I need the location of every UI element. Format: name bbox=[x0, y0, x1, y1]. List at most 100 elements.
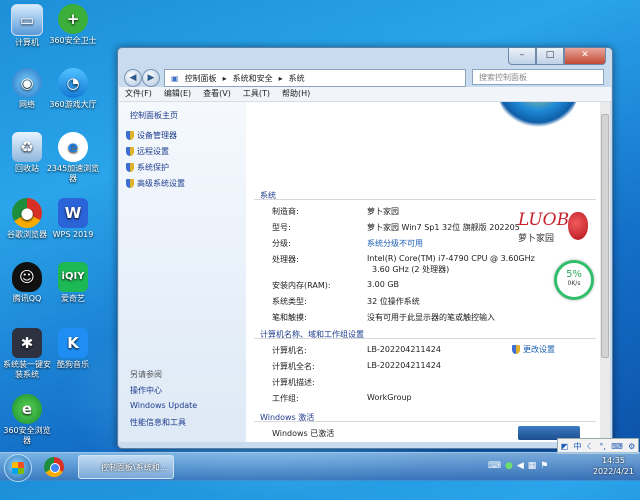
breadcrumb-separator-icon: ▸ bbox=[222, 73, 227, 83]
breadcrumb-separator-icon: ▸ bbox=[278, 73, 283, 83]
system-type-value: 32 位操作系统 bbox=[367, 297, 420, 306]
desktop-icon-label: 360安全卫士 bbox=[49, 36, 97, 45]
computer-description-label: 计算机描述: bbox=[272, 378, 315, 387]
taskbar-control-panel-task[interactable]: 控制面板\系统和... bbox=[78, 455, 174, 479]
breadcrumb-item[interactable]: 控制面板 bbox=[185, 73, 217, 84]
desktop-icon-wps[interactable]: W WPS 2019 bbox=[46, 198, 100, 240]
rating-label: 分级: bbox=[272, 239, 291, 248]
forward-button[interactable]: ▶ bbox=[142, 69, 160, 87]
change-settings-link[interactable]: 更改设置 bbox=[512, 344, 555, 355]
manufacturer-label: 制造商: bbox=[272, 207, 299, 216]
taskbar-chrome-button[interactable] bbox=[44, 457, 64, 477]
search-input[interactable]: 搜索控制面板 bbox=[472, 69, 604, 85]
workgroup-label: 工作组: bbox=[272, 394, 299, 403]
shield-icon bbox=[126, 131, 134, 140]
minimize-button[interactable]: – bbox=[508, 48, 536, 65]
full-computer-name-label: 计算机全名: bbox=[272, 362, 315, 371]
clock-date: 2022/4/21 bbox=[592, 467, 634, 476]
desktop-icon-360-security[interactable]: + 360安全卫士 bbox=[46, 4, 100, 46]
desktop-icon-360-browser[interactable]: e 360安全浏览器 bbox=[0, 394, 54, 446]
menu-file[interactable]: 文件(F) bbox=[119, 87, 158, 101]
menu-edit[interactable]: 编辑(E) bbox=[158, 87, 197, 101]
system-window[interactable]: – □ ✕ ◀ ▶ ▣ 控制面板 ▸ 系统和安全 ▸ 系统 搜索控制面板 文件(… bbox=[117, 47, 613, 449]
qq-icon: ☺ bbox=[12, 262, 42, 292]
punctuation-icon: °, bbox=[599, 441, 606, 451]
processor-speed-value: 3.60 GHz (2 处理器) bbox=[372, 265, 450, 274]
ime-language-label[interactable]: 中 bbox=[574, 441, 582, 452]
desktop-icon-kugou[interactable]: K 酷狗音乐 bbox=[46, 328, 100, 370]
tray-network-icon[interactable]: ▦ bbox=[528, 461, 537, 471]
tray-volume-icon[interactable]: ◀ bbox=[517, 461, 524, 471]
keyboard-icon: ⌨ bbox=[611, 441, 623, 451]
computer-name-value: LB-202204211424 bbox=[367, 345, 441, 354]
processor-value: Intel(R) Core(TM) i7-4790 CPU @ 3.60GHz bbox=[367, 254, 535, 263]
sidebar-item-label: 设备管理器 bbox=[137, 131, 177, 140]
desktop-icon-label: 2345加速浏览器 bbox=[46, 164, 100, 183]
shield-icon bbox=[126, 147, 134, 156]
pen-touch-label: 笔和触摸: bbox=[272, 313, 307, 322]
chrome-icon bbox=[50, 463, 60, 473]
maximize-button[interactable]: □ bbox=[536, 48, 564, 65]
tray-flag-icon[interactable]: ⚑ bbox=[540, 461, 548, 471]
desktop-icon-iqiyi[interactable]: iQIY 爱奇艺 bbox=[46, 262, 100, 304]
model-label: 型号: bbox=[272, 223, 291, 232]
sidebar-item-label: 系统保护 bbox=[137, 163, 169, 172]
menu-help[interactable]: 帮助(H) bbox=[276, 87, 316, 101]
desktop-icon-360-game[interactable]: ◔ 360游戏大厅 bbox=[46, 68, 100, 110]
speed-meter-widget[interactable]: 5% 0K/s bbox=[554, 260, 594, 300]
sidebar-item-label: 高级系统设置 bbox=[137, 179, 185, 188]
back-button[interactable]: ◀ bbox=[124, 69, 142, 87]
vertical-scrollbar[interactable] bbox=[600, 102, 610, 442]
see-also-windows-update[interactable]: Windows Update bbox=[130, 401, 197, 410]
ime-logo-icon: ◩ bbox=[560, 441, 569, 451]
control-panel-icon: ▣ bbox=[171, 73, 179, 83]
taskbar-clock[interactable]: 14:35 2022/4/21 bbox=[593, 455, 634, 477]
shield-icon bbox=[126, 179, 134, 188]
menu-view[interactable]: 查看(V) bbox=[197, 87, 237, 101]
menu-tools[interactable]: 工具(T) bbox=[237, 87, 276, 101]
scrollbar-thumb[interactable] bbox=[601, 114, 609, 358]
desktop-icon-label: 酷狗音乐 bbox=[57, 360, 89, 369]
full-computer-name-value: LB-202204211424 bbox=[367, 361, 441, 370]
kugou-icon: K bbox=[58, 328, 88, 358]
chrome-icon: ● bbox=[12, 198, 42, 228]
ram-label: 安装内存(RAM): bbox=[272, 281, 331, 290]
section-divider bbox=[254, 199, 596, 200]
meter-percent: 5% bbox=[566, 269, 582, 280]
breadcrumb-item[interactable]: 系统 bbox=[289, 73, 305, 84]
tray-keyboard-icon[interactable]: ⌨ bbox=[488, 461, 501, 471]
left-pane: 控制面板主页 设备管理器 远程设置 系统保护 高级系统设置 另请参阅 操作中心 … bbox=[119, 102, 246, 442]
moon-icon: ☾ bbox=[586, 441, 595, 451]
recycle-bin-icon: ♻ bbox=[12, 132, 42, 162]
model-value: 萝卜家园 Win7 Sp1 32位 旗舰版 202205 bbox=[367, 223, 520, 232]
address-bar[interactable]: ▣ 控制面板 ▸ 系统和安全 ▸ 系统 bbox=[164, 69, 466, 87]
desktop-icon-2345-browser[interactable]: e 2345加速浏览器 bbox=[46, 132, 100, 184]
workgroup-value: WorkGroup bbox=[367, 393, 412, 402]
section-divider bbox=[254, 421, 596, 422]
manufacturer-value: 萝卜家园 bbox=[367, 207, 399, 216]
close-button[interactable]: ✕ bbox=[564, 48, 606, 65]
main-content: 系统 制造商: 萝卜家园 型号: 萝卜家园 Win7 Sp1 32位 旗舰版 2… bbox=[246, 102, 600, 442]
sidebar-item-system-protection[interactable]: 系统保护 bbox=[126, 162, 169, 173]
clock-time: 14:35 bbox=[601, 456, 626, 465]
sidebar-item-label: 远程设置 bbox=[137, 147, 169, 156]
rating-link[interactable]: 系统分级不可用 bbox=[367, 238, 423, 249]
computer-name-label: 计算机名: bbox=[272, 346, 307, 355]
tray-360-icon[interactable]: ● bbox=[505, 461, 513, 471]
ram-value: 3.00 GB bbox=[367, 280, 400, 289]
breadcrumb-item[interactable]: 系统和安全 bbox=[233, 73, 273, 84]
control-panel-home-link[interactable]: 控制面板主页 bbox=[130, 110, 178, 121]
sidebar-item-remote-settings[interactable]: 远程设置 bbox=[126, 146, 169, 157]
tray-icons: ⌨ ● ◀ ▦ ⚑ bbox=[488, 461, 548, 471]
system-type-label: 系统类型: bbox=[272, 297, 307, 306]
windows-logo-icon bbox=[12, 462, 24, 474]
sidebar-item-device-manager[interactable]: 设备管理器 bbox=[126, 130, 177, 141]
menu-bar: 文件(F) 编辑(E) 查看(V) 工具(T) 帮助(H) bbox=[119, 87, 611, 102]
change-settings-label: 更改设置 bbox=[523, 345, 555, 354]
see-also-action-center[interactable]: 操作中心 bbox=[130, 385, 162, 396]
radish-icon bbox=[568, 212, 588, 240]
windows-logo-arc bbox=[498, 102, 578, 130]
see-also-performance[interactable]: 性能信息和工具 bbox=[130, 417, 186, 428]
start-button[interactable] bbox=[4, 454, 32, 482]
sidebar-item-advanced-settings[interactable]: 高级系统设置 bbox=[126, 178, 185, 189]
